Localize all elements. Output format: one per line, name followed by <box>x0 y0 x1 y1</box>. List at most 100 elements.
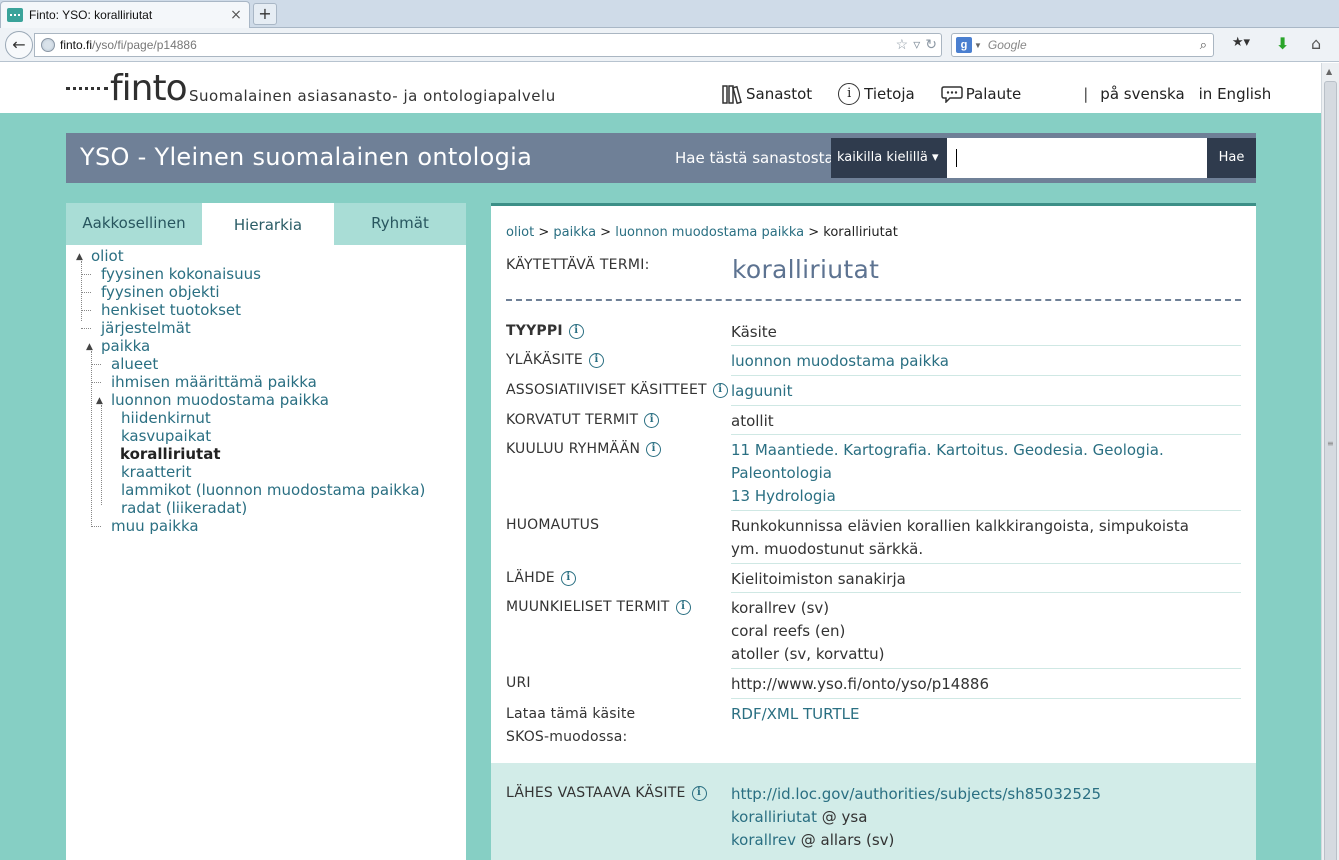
property-value: korallrev (sv) coral reefs (en) atoller … <box>731 597 1241 666</box>
bookmarks-menu-icon[interactable]: ★▾ <box>1226 35 1256 55</box>
tree-node-ihmisen-maarittama-paikka[interactable]: ihmisen määrittämä paikka <box>111 373 317 391</box>
related-link[interactable]: laguunit <box>731 382 792 400</box>
tree-node-luonnon-muodostama-paikka[interactable]: luonnon muodostama paikka <box>111 391 329 409</box>
search-icon[interactable]: ⌕ <box>1200 37 1207 53</box>
bookmark-star-icon[interactable]: ☆ <box>896 36 909 53</box>
engine-dropdown-icon[interactable]: ▼ <box>974 41 982 50</box>
home-icon[interactable]: ⌂ <box>1311 34 1321 53</box>
browser-tab-strip: Finto: YSO: koralliriutat × + <box>0 0 1339 28</box>
info-icon[interactable]: i <box>568 323 584 339</box>
breadcrumb-luonnon-muodostama-paikka[interactable]: luonnon muodostama paikka <box>615 225 804 240</box>
info-icon[interactable]: i <box>644 412 660 428</box>
close-match-link-loc[interactable]: http://id.loc.gov/authorities/subjects/s… <box>731 785 1101 803</box>
tree-node-fyysinen-kokonaisuus[interactable]: fyysinen kokonaisuus <box>101 265 261 283</box>
info-icon: i <box>838 83 861 105</box>
tree-node-paikka[interactable]: paikka <box>101 337 150 355</box>
scrollbar-thumb[interactable] <box>1324 81 1337 860</box>
info-icon[interactable]: i <box>691 785 707 801</box>
tree-node-oliot[interactable]: oliot <box>91 247 124 265</box>
back-button[interactable]: ← <box>5 31 33 59</box>
collapse-toggle-icon[interactable]: ▲ <box>96 396 103 406</box>
reload-icon[interactable]: ↻ <box>925 36 937 53</box>
property-label-text: ASSOSIATIIVISET KÄSITTEET <box>506 382 707 398</box>
scroll-up-icon[interactable]: ▲ <box>1326 67 1332 76</box>
url-bar[interactable]: finto.fi/yso/fi/page/p14886 ☆ ▿ ↻ <box>34 33 942 57</box>
breadcrumb-separator: > <box>596 225 616 240</box>
broader-link[interactable]: luonnon muodostama paikka <box>731 352 949 370</box>
tree-node-fyysinen-objekti[interactable]: fyysinen objekti <box>101 283 220 301</box>
row-divider <box>731 563 1241 564</box>
browser-tab[interactable]: Finto: YSO: koralliriutat × <box>0 1 250 28</box>
nav-vocabularies[interactable]: Sanastot <box>722 84 812 104</box>
tree-node-kasvupaikat[interactable]: kasvupaikat <box>121 427 211 445</box>
tree-node-jarjestelmat[interactable]: järjestelmät <box>101 319 191 337</box>
info-icon[interactable]: i <box>560 570 576 586</box>
vertical-scrollbar[interactable]: ▲ ≡ <box>1321 63 1339 860</box>
tab-alphabetical[interactable]: Aakkosellinen <box>66 203 202 245</box>
dashed-divider <box>506 299 1241 301</box>
property-value: Runkokunnissa elävien korallien kalkkira… <box>731 517 1189 558</box>
property-label: HUOMAUTUS <box>506 517 600 533</box>
close-tab-icon[interactable]: × <box>229 8 243 22</box>
info-icon[interactable]: i <box>646 441 662 457</box>
property-label-text: YLÄKÄSITE <box>506 352 583 368</box>
tree-connector <box>91 351 92 525</box>
new-tab-button[interactable]: + <box>253 3 277 25</box>
download-label-line: Lataa tämä käsite <box>506 706 636 722</box>
chat-bubble-icon <box>940 86 963 103</box>
search-language-dropdown[interactable]: kaikilla kielillä ▾ <box>831 138 947 178</box>
tab-hierarchy[interactable]: Hierarkia <box>202 203 334 247</box>
close-match-link-allars[interactable]: korallrev <box>731 831 796 849</box>
tree-node-henkiset-tuotokset[interactable]: henkiset tuotokset <box>101 301 241 319</box>
tree-node-kraatterit[interactable]: kraatterit <box>121 463 191 481</box>
nav-feedback-label: Palaute <box>965 85 1022 103</box>
info-icon[interactable]: i <box>588 352 604 368</box>
other-lang-term: korallrev (sv) <box>731 599 830 617</box>
dropdown-arrow-icon[interactable]: ▿ <box>913 36 920 53</box>
tree-connector <box>101 405 102 505</box>
download-formats-link[interactable]: RDF/XML TURTLE <box>731 705 859 723</box>
collapse-toggle-icon[interactable]: ▲ <box>86 342 93 352</box>
tree-node-koralliriutat-current[interactable]: koralliriutat <box>120 445 221 463</box>
vocabulary-search-input[interactable] <box>947 138 1207 178</box>
tree-node-muu-paikka[interactable]: muu paikka <box>111 517 199 535</box>
nav-about[interactable]: i Tietoja <box>838 83 915 105</box>
tree-node-lammikot[interactable]: lammikot (luonnon muodostama paikka) <box>121 481 425 499</box>
lang-swedish-link[interactable]: på svenska <box>1100 85 1184 103</box>
books-icon <box>722 85 742 104</box>
tree-connector <box>81 328 91 329</box>
group-link-13[interactable]: 13 Hydrologia <box>731 487 836 505</box>
site-tagline: Suomalainen asiasanasto- ja ontologiapal… <box>189 87 556 105</box>
collapse-toggle-icon[interactable]: ▲ <box>76 252 83 262</box>
nav-feedback[interactable]: Palaute <box>940 85 1022 103</box>
tree-node-hiidenkirnut[interactable]: hiidenkirnut <box>121 409 211 427</box>
property-label-text: LÄHES VASTAAVA KÄSITE <box>506 785 686 801</box>
preferred-term-label: KÄYTETTÄVÄ TERMI: <box>506 257 650 273</box>
group-link-11[interactable]: 11 Maantiede. Kartografia. Kartoitus. Ge… <box>731 441 1164 482</box>
search-button[interactable]: Hae <box>1207 138 1256 178</box>
browser-search-bar[interactable]: g ▼ Google ⌕ <box>951 33 1214 57</box>
property-label: Lataa tämä käsite SKOS-muodossa: <box>506 703 635 749</box>
property-value: 11 Maantiede. Kartografia. Kartoitus. Ge… <box>731 439 1171 508</box>
close-match-link-ysa[interactable]: koralliriutat <box>731 808 817 826</box>
tab-groups[interactable]: Ryhmät <box>334 203 466 245</box>
property-label-text: TYYPPI <box>506 323 563 339</box>
row-divider <box>731 668 1241 669</box>
property-value: luonnon muodostama paikka <box>731 350 1241 373</box>
sidebar: Aakkosellinen Hierarkia Ryhmät ▲ ▲ ▲ oli… <box>66 203 466 860</box>
vocabulary-title[interactable]: YSO - Yleinen suomalainen ontologia <box>80 143 532 171</box>
mappings-section: LÄHES VASTAAVA KÄSITE i http://id.loc.gov… <box>491 763 1256 860</box>
search-placeholder: Google <box>987 38 1027 52</box>
breadcrumb-paikka[interactable]: paikka <box>553 225 596 240</box>
tree-connector <box>81 274 91 275</box>
tree-node-alueet[interactable]: alueet <box>111 355 158 373</box>
search-label: Hae tästä sanastosta <box>675 149 834 167</box>
lang-english-link[interactable]: in English <box>1199 85 1272 103</box>
download-icon[interactable]: ⬇ <box>1276 34 1289 53</box>
info-icon[interactable]: i <box>712 382 728 398</box>
breadcrumb-oliot[interactable]: oliot <box>506 225 534 240</box>
tree-node-radat[interactable]: radat (liikeradat) <box>121 499 247 517</box>
finto-logo[interactable]: finto <box>66 67 188 107</box>
info-icon[interactable]: i <box>675 599 691 615</box>
google-icon[interactable]: g <box>956 37 972 53</box>
